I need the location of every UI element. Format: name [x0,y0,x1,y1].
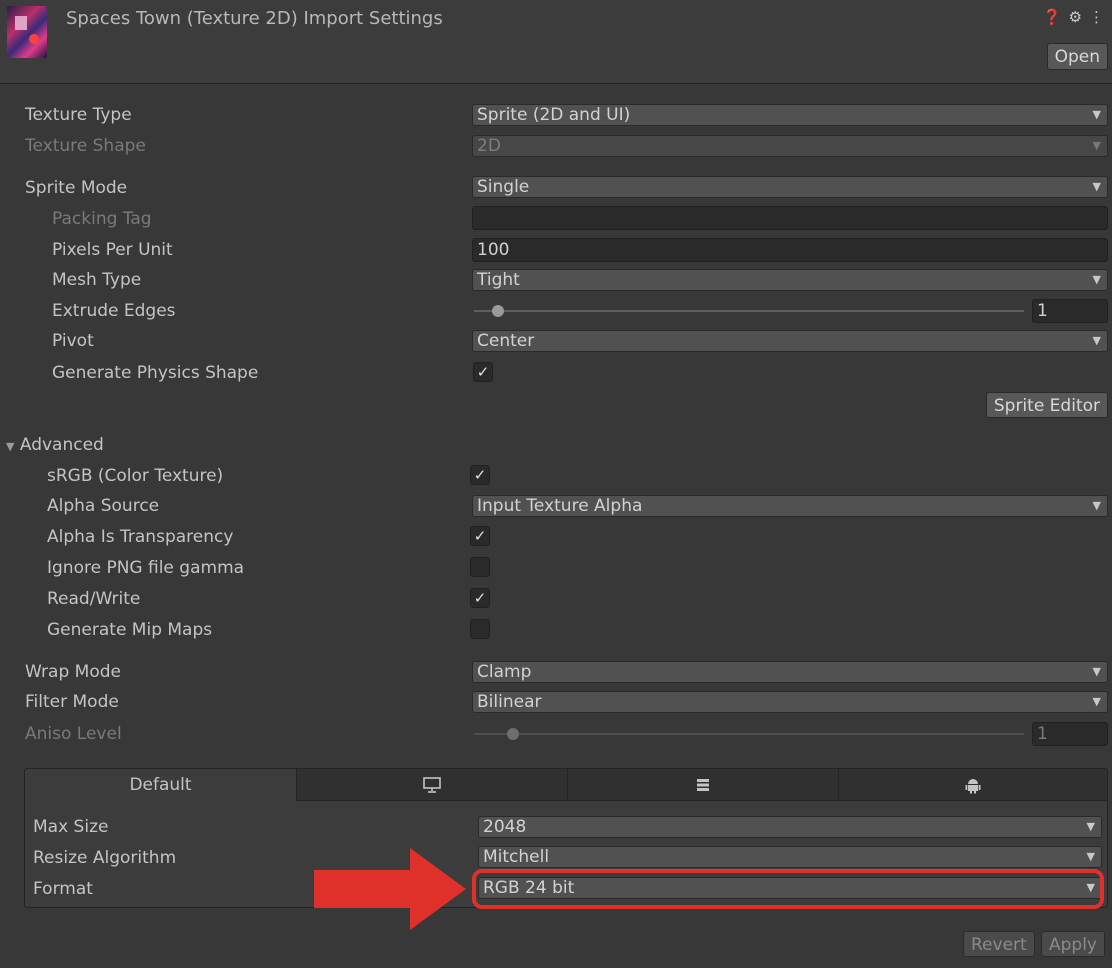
chevron-down-icon: ▼ [1092,139,1101,152]
read-write-checkbox[interactable]: ✓ [470,588,490,608]
texture-type-label: Texture Type [25,105,132,125]
chevron-down-icon: ▼ [1092,499,1101,512]
sprite-editor-button[interactable]: Sprite Editor [985,392,1108,418]
pixels-per-unit-input[interactable]: 100 [472,238,1108,262]
apply-button[interactable]: Apply [1041,931,1105,957]
aniso-level-slider-track [474,733,1024,735]
generate-physics-shape-label: Generate Physics Shape [52,363,259,383]
revert-button[interactable]: Revert [963,931,1035,957]
filter-mode-value: Bilinear [477,692,542,712]
chevron-down-icon: ▼ [1092,665,1101,678]
android-icon [965,779,981,794]
tab-android[interactable] [838,769,1107,801]
red-arrow-icon [314,848,466,930]
tab-server[interactable] [567,769,838,801]
wrap-mode-label: Wrap Mode [25,662,121,682]
chevron-down-icon: ▼ [1086,850,1095,863]
alpha-is-transparency-label: Alpha Is Transparency [47,527,234,547]
tab-default[interactable]: Default [25,769,296,801]
texture-type-dropdown[interactable]: Sprite (2D and UI) ▼ [472,104,1108,126]
tab-standalone[interactable] [296,769,567,801]
resize-algorithm-label: Resize Algorithm [33,848,177,868]
aniso-level-input: 1 [1032,722,1108,746]
extrude-edges-slider-track[interactable] [474,310,1024,312]
chevron-down-icon: ▼ [1092,108,1101,121]
aniso-level-slider-handle [507,728,519,740]
sprite-mode-label: Sprite Mode [25,178,128,198]
extrude-edges-label: Extrude Edges [52,301,176,321]
texture-thumbnail [7,6,47,58]
texture-shape-value: 2D [477,136,501,156]
sprite-mode-dropdown[interactable]: Single ▼ [472,176,1108,198]
alpha-source-label: Alpha Source [47,496,160,516]
filter-mode-dropdown[interactable]: Bilinear ▼ [472,691,1108,713]
resize-algorithm-dropdown[interactable]: Mitchell ▼ [478,846,1102,868]
sprite-mode-value: Single [477,177,530,197]
alpha-source-dropdown[interactable]: Input Texture Alpha ▼ [472,495,1108,517]
alpha-is-transparency-checkbox[interactable]: ✓ [470,526,490,546]
resize-algorithm-value: Mitchell [483,847,550,867]
monitor-icon [423,777,441,793]
ignore-png-gamma-checkbox[interactable] [470,557,490,577]
inspector-title: Spaces Town (Texture 2D) Import Settings [66,8,443,29]
read-write-label: Read/Write [47,589,141,609]
checkmark-icon: ✓ [473,466,487,484]
open-button[interactable]: Open [1046,43,1108,70]
header-icons: ❓ ⚙ ⋮ [1043,8,1104,26]
pixels-per-unit-label: Pixels Per Unit [52,240,173,260]
srgb-checkbox[interactable]: ✓ [470,465,490,485]
mesh-type-dropdown[interactable]: Tight ▼ [472,269,1108,291]
checkmark-icon: ✓ [473,589,487,607]
checkmark-icon: ✓ [476,363,490,381]
generate-mip-maps-checkbox[interactable] [470,619,490,639]
aniso-level-label: Aniso Level [25,724,122,744]
chevron-down-icon: ▼ [1092,273,1101,286]
wrap-mode-value: Clamp [477,662,532,682]
pivot-dropdown[interactable]: Center ▼ [472,330,1108,352]
chevron-down-icon: ▼ [1092,180,1101,193]
extrude-edges-slider-handle[interactable] [492,305,504,317]
pivot-label: Pivot [52,331,94,351]
max-size-label: Max Size [33,817,109,837]
srgb-label: sRGB (Color Texture) [47,466,224,486]
pivot-value: Center [477,331,535,351]
mesh-type-label: Mesh Type [52,270,142,290]
mesh-type-value: Tight [477,270,520,290]
chevron-down-icon: ▼ [1086,820,1095,833]
generate-physics-shape-checkbox[interactable]: ✓ [473,362,493,382]
max-size-dropdown[interactable]: 2048 ▼ [478,816,1102,838]
wrap-mode-dropdown[interactable]: Clamp ▼ [472,661,1108,683]
chevron-down-icon: ▼ [1092,695,1101,708]
foldout-arrow-icon: ▼ [6,440,15,453]
max-size-value: 2048 [483,817,527,837]
checkmark-icon: ✓ [473,527,487,545]
server-icon [697,779,709,791]
alpha-source-value: Input Texture Alpha [477,496,643,516]
generate-mip-maps-label: Generate Mip Maps [47,620,213,640]
advanced-foldout[interactable]: ▼ Advanced [6,433,104,457]
advanced-label: Advanced [19,435,104,455]
format-label: Format [33,879,93,899]
presets-icon[interactable]: ⚙ [1069,8,1082,26]
texture-shape-label: Texture Shape [25,136,146,156]
filter-mode-label: Filter Mode [25,692,119,712]
texture-type-value: Sprite (2D and UI) [477,105,631,125]
chevron-down-icon: ▼ [1092,334,1101,347]
help-icon[interactable]: ❓ [1043,8,1062,26]
packing-tag-input[interactable] [472,206,1108,230]
extrude-edges-input[interactable]: 1 [1032,299,1108,323]
kebab-menu-icon[interactable]: ⋮ [1089,8,1104,26]
packing-tag-label: Packing Tag [52,209,152,229]
texture-shape-dropdown: 2D ▼ [472,135,1108,157]
ignore-png-gamma-label: Ignore PNG file gamma [47,558,245,578]
format-highlight-box [472,869,1104,909]
